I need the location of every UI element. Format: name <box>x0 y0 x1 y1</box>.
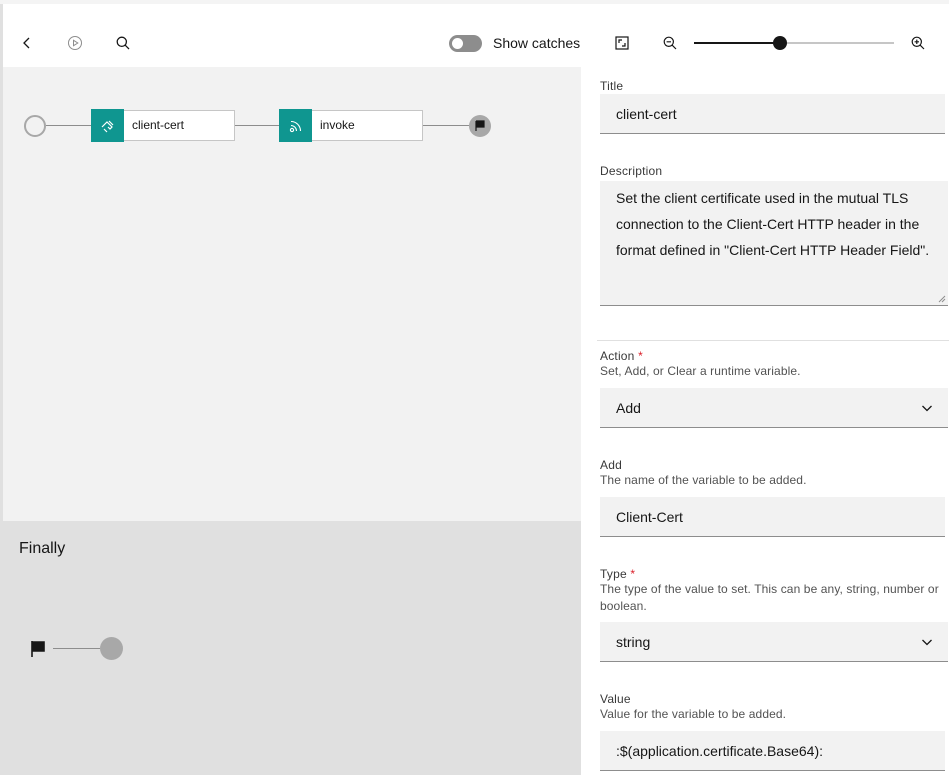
add-helper: The name of the variable to be added. <box>600 473 807 487</box>
title-input[interactable]: client-cert <box>600 94 945 134</box>
description-textarea[interactable]: Set the client certificate used in the m… <box>600 181 948 306</box>
flag-icon <box>475 120 485 131</box>
action-select-value: Add <box>616 399 641 416</box>
fit-to-screen-icon <box>615 36 629 50</box>
zoom-in-button[interactable] <box>902 27 934 59</box>
flag-icon <box>31 641 45 657</box>
required-mark: * <box>630 567 636 581</box>
zoom-in-icon <box>911 36 925 50</box>
run-button[interactable] <box>59 27 91 59</box>
set-variable-icon <box>101 120 113 132</box>
flow-node-client-cert[interactable]: client-cert <box>91 109 235 142</box>
title-label: Title <box>600 79 624 93</box>
action-label-text: Action <box>600 349 635 363</box>
connector-line <box>423 125 469 126</box>
value-label: Value <box>600 692 631 706</box>
zoom-slider-thumb[interactable] <box>773 36 787 50</box>
chevron-down-icon <box>922 405 932 411</box>
toggle-knob <box>452 38 463 49</box>
action-select[interactable]: Add <box>600 388 948 428</box>
flow-node-invoke[interactable]: invoke <box>279 109 423 142</box>
end-node <box>469 115 491 137</box>
finally-end-node <box>100 637 123 660</box>
search-button[interactable] <box>107 27 139 59</box>
play-circle-icon <box>68 36 82 50</box>
chevron-down-icon <box>922 639 932 645</box>
connector-line <box>235 125 279 126</box>
finally-section: Finally <box>3 521 581 775</box>
resize-grip-icon[interactable] <box>938 295 946 303</box>
node-icon-tile <box>279 109 312 142</box>
add-variable-input[interactable]: Client-Cert <box>600 497 945 537</box>
invoke-icon <box>289 120 301 132</box>
action-label: Action * <box>600 349 643 363</box>
type-select-value: string <box>616 633 651 650</box>
zoom-out-icon <box>663 36 677 50</box>
toolbar: Show catches <box>3 4 949 67</box>
zoom-slider-fill <box>694 42 780 44</box>
action-helper: Set, Add, or Clear a runtime variable. <box>600 364 801 378</box>
connector-line <box>46 125 91 126</box>
description-text: Set the client certificate used in the m… <box>616 190 930 258</box>
value-input[interactable]: :$(application.certificate.Base64): <box>600 731 945 771</box>
zoom-slider[interactable] <box>694 34 894 52</box>
node-label: client-cert <box>132 118 185 132</box>
type-label: Type * <box>600 567 635 581</box>
show-catches-toggle[interactable] <box>449 35 482 52</box>
search-icon <box>116 36 130 50</box>
zoom-out-button[interactable] <box>654 27 686 59</box>
connector-line <box>53 648 100 649</box>
type-label-text: Type <box>600 567 627 581</box>
finally-title: Finally <box>19 540 66 557</box>
type-select[interactable]: string <box>600 622 948 662</box>
start-node <box>24 115 46 137</box>
properties-panel: Title client-cert Description Set the cl… <box>581 67 949 775</box>
node-icon-tile <box>91 109 124 142</box>
description-label: Description <box>600 164 663 178</box>
required-mark: * <box>638 349 643 363</box>
fit-to-screen-button[interactable] <box>606 27 638 59</box>
node-label: invoke <box>320 118 355 132</box>
chevron-left-icon <box>23 37 30 49</box>
show-catches-label: Show catches <box>493 35 581 51</box>
type-helper: The type of the value to set. This can b… <box>600 582 939 613</box>
section-divider <box>597 340 949 341</box>
value-helper: Value for the variable to be added. <box>600 707 787 721</box>
add-label: Add <box>600 458 622 472</box>
back-button[interactable] <box>11 27 43 59</box>
flow-canvas[interactable]: client-cert invoke <box>3 67 581 521</box>
